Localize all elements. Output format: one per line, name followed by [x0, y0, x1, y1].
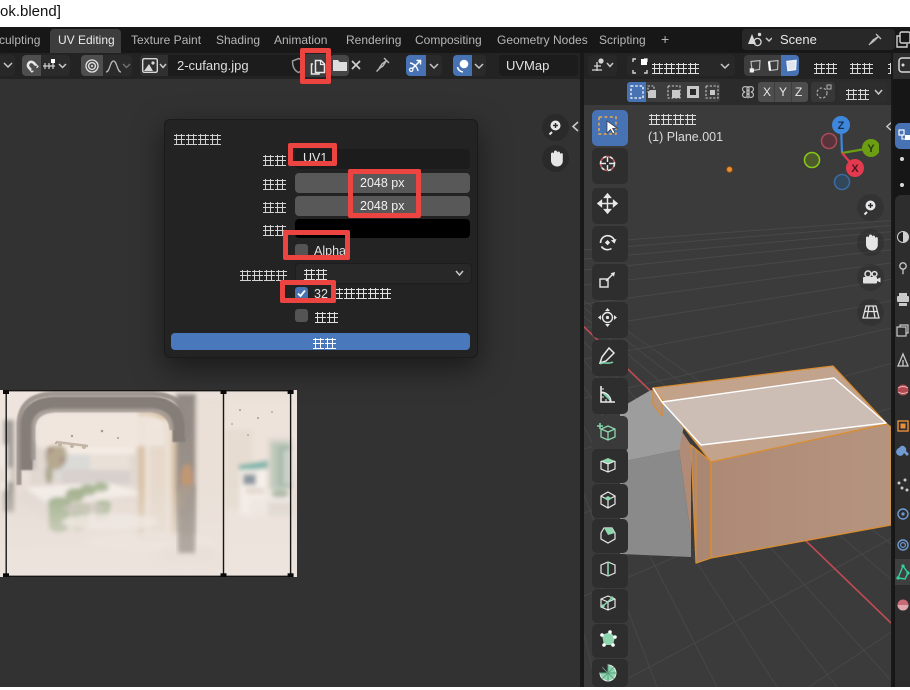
svg-text:Y: Y — [867, 143, 875, 155]
svg-text:Z: Z — [838, 120, 845, 132]
svg-text:X: X — [851, 163, 859, 175]
